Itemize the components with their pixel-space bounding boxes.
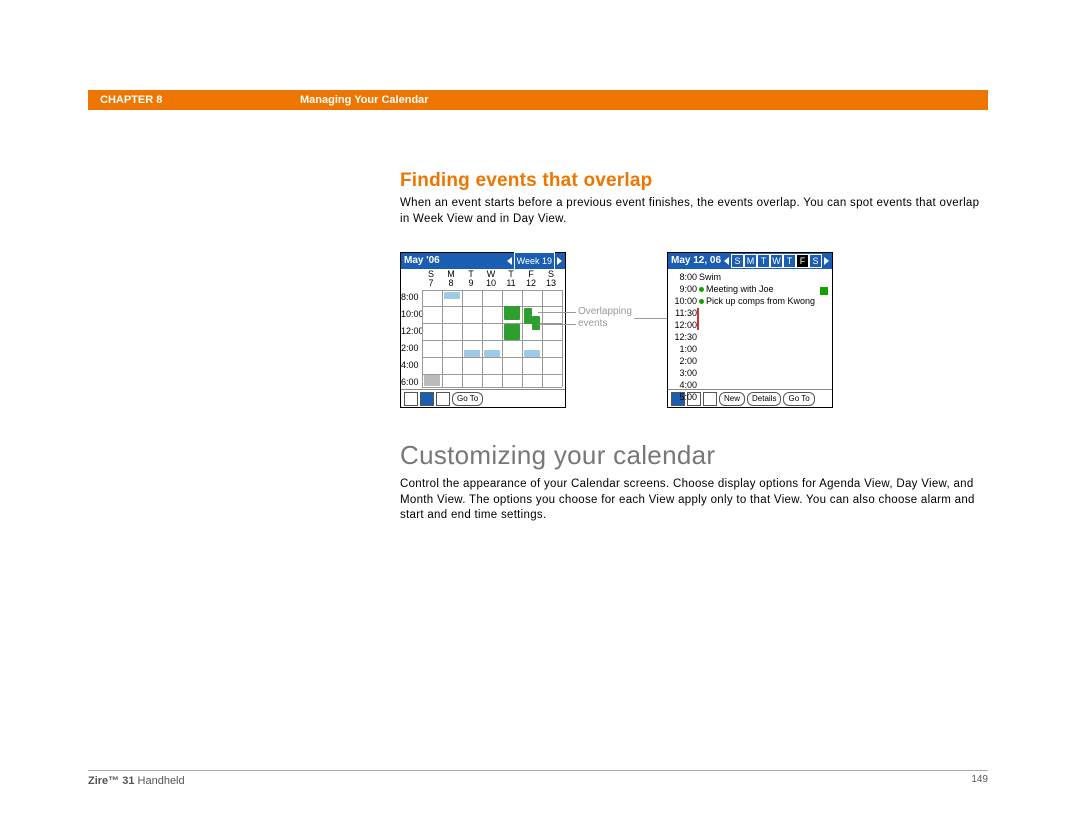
- section-title: Managing Your Calendar: [300, 94, 429, 106]
- time-cell: 11:30: [671, 307, 697, 319]
- time-cell: 12:30: [671, 331, 697, 343]
- prev-week-icon[interactable]: [507, 257, 512, 265]
- day-num: 11: [501, 278, 521, 288]
- goto-button[interactable]: Go To: [783, 392, 814, 406]
- week-titlebar: May '06 Week 19: [401, 253, 565, 269]
- body-customizing: Control the appearance of your Calendar …: [400, 477, 990, 524]
- time-label: 6:00: [401, 374, 424, 391]
- callout-line-left-top: [538, 312, 576, 313]
- day-num: 9: [461, 278, 481, 288]
- event-block: [524, 350, 540, 357]
- callout-line1: Overlapping: [578, 306, 632, 318]
- day-num: 8: [441, 278, 461, 288]
- details-button[interactable]: Details: [747, 392, 781, 406]
- section-finding-overlap: Finding events that overlap When an even…: [400, 170, 990, 227]
- heading-customizing: Customizing your calendar: [400, 440, 990, 471]
- week-body: S M T W T F S 7 8 9 10 11 12 13 8:00 10:…: [401, 269, 565, 389]
- day-num: 7: [421, 278, 441, 288]
- view-month-icon[interactable]: [703, 392, 717, 406]
- view-day-icon[interactable]: [404, 392, 418, 406]
- new-button[interactable]: New: [719, 392, 745, 406]
- figure-row: May '06 Week 19 S M T W T F S 7 8 9 10: [400, 252, 1000, 410]
- time-cell: 1:00: [671, 343, 697, 355]
- time-cell: 4:00: [671, 379, 697, 391]
- event-block: [524, 308, 532, 324]
- next-day-icon[interactable]: [824, 257, 829, 265]
- view-month-icon[interactable]: [436, 392, 450, 406]
- day-date-label: May 12, 06: [671, 253, 721, 269]
- day-num: 13: [541, 278, 561, 288]
- page-footer: Zire™ 31 Handheld 149: [88, 770, 988, 791]
- goto-button[interactable]: Go To: [452, 392, 483, 406]
- event-block: [464, 350, 480, 357]
- heading-finding-overlap: Finding events that overlap: [400, 170, 990, 192]
- callout-line-left-bottom: [538, 324, 576, 325]
- body-finding-overlap: When an event starts before a previous e…: [400, 196, 990, 227]
- callout-overlapping: Overlapping events: [578, 306, 632, 330]
- event-row[interactable]: Pick up comps from Kwong: [699, 295, 815, 307]
- chapter-label: CHAPTER 8: [100, 94, 260, 106]
- category-icon[interactable]: [820, 287, 828, 295]
- time-cell: 10:00: [671, 295, 697, 307]
- callout-line2: events: [578, 318, 632, 330]
- event-block: [444, 292, 460, 299]
- event-row[interactable]: Swim: [699, 271, 815, 283]
- time-label: 10:00: [401, 306, 424, 323]
- view-week-icon[interactable]: [420, 392, 434, 406]
- week-number-label: Week 19: [514, 252, 555, 270]
- time-label: 4:00: [401, 357, 424, 374]
- product-name: Zire™ 31 Handheld: [88, 775, 185, 787]
- time-cell: 5:00: [671, 391, 697, 403]
- time-cell: 12:00: [671, 319, 697, 331]
- time-cell: 3:00: [671, 367, 697, 379]
- time-label: 8:00: [401, 289, 424, 306]
- event-block: [504, 306, 520, 320]
- screenshot-day-view: May 12, 06 S M T W T F S 8:00 9:0: [667, 252, 833, 408]
- event-row[interactable]: Meeting with Joe: [699, 283, 815, 295]
- page-number: 149: [971, 774, 988, 785]
- dot-icon: [699, 299, 704, 304]
- event-block: [424, 375, 440, 386]
- dot-icon: [699, 287, 704, 292]
- day-num: 12: [521, 278, 541, 288]
- screenshot-week-view: May '06 Week 19 S M T W T F S 7 8 9 10: [400, 252, 566, 408]
- day-picker[interactable]: S M T W T F S: [731, 254, 822, 268]
- time-cell: 8:00: [671, 271, 697, 283]
- day-num: 10: [481, 278, 501, 288]
- week-footer: Go To: [401, 389, 565, 408]
- event-block: [484, 350, 500, 357]
- time-cell: 2:00: [671, 355, 697, 367]
- week-month-label: May '06: [404, 253, 440, 269]
- chapter-header: CHAPTER 8 Managing Your Calendar: [88, 90, 988, 110]
- time-cell: 9:00: [671, 283, 697, 295]
- event-block: [532, 316, 540, 330]
- time-label: 2:00: [401, 340, 424, 357]
- time-label: 12:00: [401, 323, 424, 340]
- prev-day-icon[interactable]: [724, 257, 729, 265]
- section-customizing: Customizing your calendar Control the ap…: [400, 440, 990, 524]
- event-block: [504, 324, 520, 340]
- next-week-icon[interactable]: [557, 257, 562, 265]
- overlap-indicator: [697, 308, 699, 330]
- day-titlebar: May 12, 06 S M T W T F S: [668, 253, 832, 269]
- day-body: 8:00 9:00 10:00 11:30 12:00 12:30 1:00 2…: [668, 269, 832, 389]
